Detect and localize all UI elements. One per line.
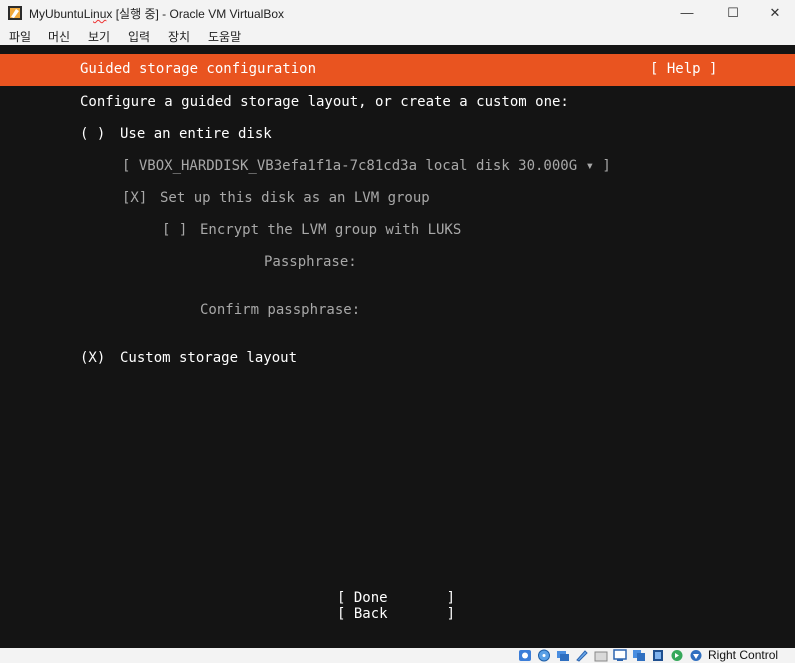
- disk-select[interactable]: [ VBOX_HARDDISK_VB3efa1f1a-7c81cd3a loca…: [122, 158, 611, 174]
- shared-folders-icon[interactable]: [594, 649, 608, 662]
- custom-layout-label[interactable]: Custom storage layout: [120, 350, 297, 366]
- intro-text: Configure a guided storage layout, or cr…: [80, 94, 569, 110]
- status-bar: Right Control: [0, 648, 795, 663]
- optical-drive-icon[interactable]: [537, 649, 551, 662]
- done-button[interactable]: [ Done ]: [337, 590, 455, 606]
- back-button[interactable]: [ Back ]: [337, 606, 455, 622]
- vm-console[interactable]: Guided storage configuration [ Help ] Co…: [0, 45, 795, 648]
- custom-layout-radio[interactable]: (X): [80, 350, 105, 366]
- lvm-checkbox[interactable]: [X]: [122, 190, 147, 206]
- menu-view[interactable]: 보기: [88, 28, 110, 45]
- menu-bar: 파일 머신 보기 입력 장치 도움말: [0, 25, 795, 45]
- window-titlebar: MyUbuntuLinux [실행 중] - Oracle VM Virtual…: [0, 0, 795, 25]
- minimize-icon: —: [680, 5, 694, 20]
- hard-disk-icon[interactable]: [518, 649, 532, 662]
- encrypt-checkbox[interactable]: [ ]: [162, 222, 187, 238]
- entire-disk-label[interactable]: Use an entire disk: [120, 126, 272, 142]
- menu-machine[interactable]: 머신: [48, 28, 70, 45]
- entire-disk-radio[interactable]: ( ): [80, 126, 105, 142]
- host-key-label: Right Control: [708, 648, 779, 662]
- close-button[interactable]: ✕: [755, 0, 795, 25]
- menu-input[interactable]: 입력: [128, 28, 150, 45]
- maximize-button[interactable]: ☐: [710, 0, 756, 25]
- network-icon[interactable]: [556, 649, 570, 662]
- lvm-label: Set up this disk as an LVM group: [160, 190, 430, 206]
- menu-devices[interactable]: 장치: [168, 28, 190, 45]
- keyboard-icon[interactable]: [689, 649, 703, 662]
- recording-icon[interactable]: [632, 649, 646, 662]
- virtualbox-app-icon: [8, 6, 22, 20]
- passphrase-label: Passphrase:: [264, 254, 357, 270]
- close-icon: ✕: [769, 4, 781, 20]
- menu-file[interactable]: 파일: [9, 28, 31, 45]
- usb-icon[interactable]: [575, 649, 589, 662]
- confirm-passphrase-label: Confirm passphrase:: [200, 302, 361, 318]
- display-icon[interactable]: [613, 649, 627, 662]
- installer-screen: Guided storage configuration [ Help ] Co…: [0, 45, 795, 648]
- header-title: Guided storage configuration: [80, 61, 317, 77]
- installer-header: Guided storage configuration [ Help ]: [0, 54, 795, 86]
- window-title: MyUbuntuLinux [실행 중] - Oracle VM Virtual…: [29, 7, 284, 21]
- maximize-icon: ☐: [727, 4, 739, 20]
- minimize-button[interactable]: —: [664, 0, 710, 25]
- encrypt-label: Encrypt the LVM group with LUKS: [200, 222, 462, 238]
- mouse-integration-icon[interactable]: [670, 649, 684, 662]
- help-button[interactable]: [ Help ]: [650, 61, 717, 77]
- menu-help[interactable]: 도움말: [208, 28, 241, 45]
- cpu-icon[interactable]: [651, 649, 665, 662]
